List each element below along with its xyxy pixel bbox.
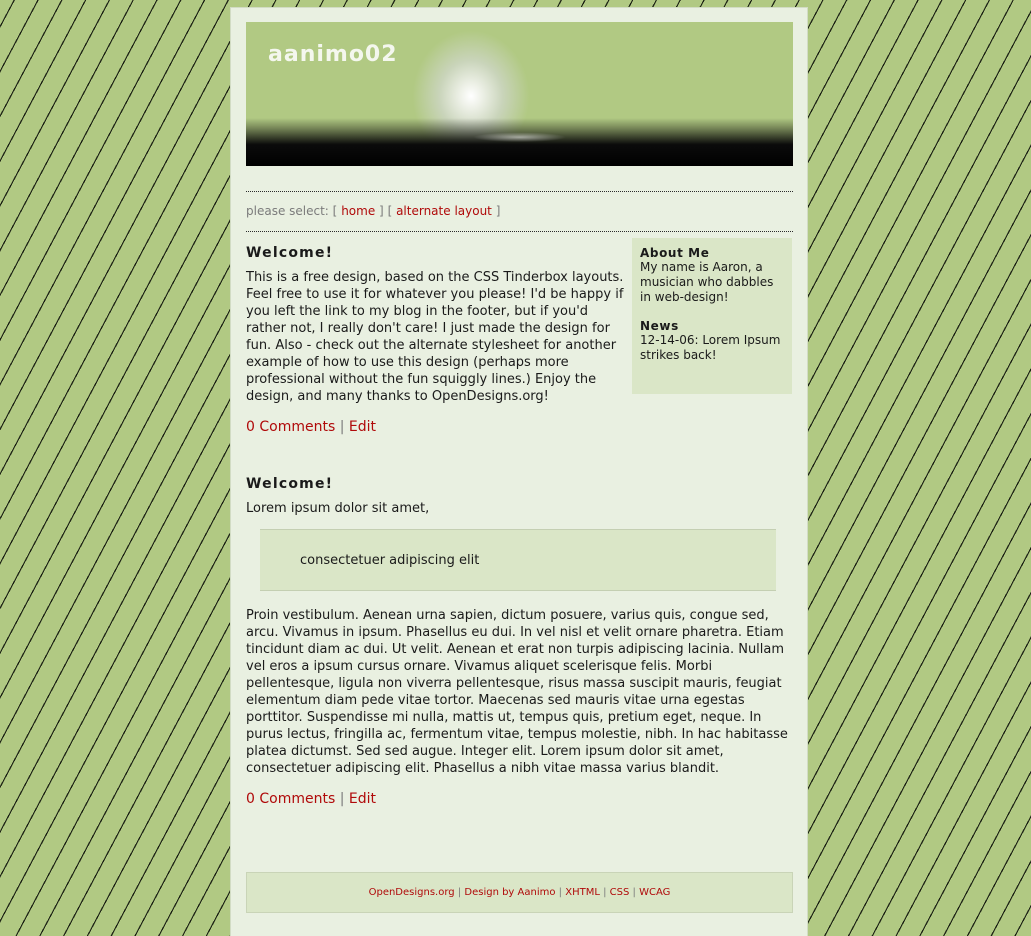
post-meta: 0 Comments | Edit — [246, 419, 626, 435]
meta-separator: | — [339, 419, 345, 435]
sidebar-news-title: News — [640, 319, 679, 333]
blockquote-text: consectetuer adipiscing elit — [300, 553, 480, 568]
nav-link-home[interactable]: home — [341, 204, 375, 218]
footer-link-xhtml[interactable]: XHTML — [565, 887, 600, 898]
sidebar-about-text: My name is Aaron, a musician who dabbles… — [640, 260, 774, 304]
footer-link-design-by[interactable]: Design by Aanimo — [464, 887, 555, 898]
post-body: This is a free design, based on the CSS … — [246, 270, 624, 404]
nav-bracket-close: ] — [379, 204, 384, 218]
comments-link[interactable]: 0 Comments — [246, 791, 335, 807]
nav-link-alternate-layout[interactable]: alternate layout — [396, 204, 492, 218]
blockquote: consectetuer adipiscing elit — [260, 529, 776, 591]
footer-link-opendesigns[interactable]: OpenDesigns.org — [369, 887, 455, 898]
nav-prefix: please select: — [246, 204, 329, 218]
footer: OpenDesigns.org | Design by Aanimo | XHT… — [246, 872, 793, 913]
post-intro: Lorem ipsum dolor sit amet, — [246, 501, 430, 516]
post-title: Welcome! — [246, 245, 334, 261]
footer-link-wcag[interactable]: WCAG — [639, 887, 670, 898]
post-meta: 0 Comments | Edit — [246, 791, 793, 807]
footer-separator: | — [558, 887, 563, 898]
footer-separator: | — [603, 887, 607, 898]
footer-separator: | — [632, 887, 636, 898]
divider-top — [246, 191, 793, 192]
page-container: aanimo02 please select: [ home ] [ alter… — [231, 8, 807, 936]
nav-bracket-open: [ — [332, 204, 338, 218]
sidebar-about-title: About Me — [640, 246, 710, 260]
footer-separator: | — [457, 887, 462, 898]
divider-bottom — [246, 231, 793, 232]
post-title: Welcome! — [246, 476, 334, 492]
post-welcome-2-body: Proin vestibulum. Aenean urna sapien, di… — [246, 607, 793, 807]
site-title: aanimo02 — [268, 42, 398, 67]
nav-bracket-close: ] — [495, 204, 501, 218]
nav-bracket-open: [ — [387, 204, 393, 218]
edit-link[interactable]: Edit — [349, 791, 376, 807]
meta-separator: | — [339, 791, 345, 807]
post-welcome-1: Welcome! This is a free design, based on… — [246, 245, 626, 435]
nav-bar: please select: [ home ] [ alternate layo… — [246, 204, 500, 218]
comments-link[interactable]: 0 Comments — [246, 419, 335, 435]
sidebar: About Me My name is Aaron, a musician wh… — [632, 238, 792, 394]
header-horizon-graphic — [246, 118, 793, 166]
post-body: Proin vestibulum. Aenean urna sapien, di… — [246, 608, 788, 776]
sidebar-news-text: 12-14-06: Lorem Ipsum strikes back! — [640, 333, 781, 362]
header-banner: aanimo02 — [246, 22, 793, 166]
edit-link[interactable]: Edit — [349, 419, 376, 435]
footer-link-css[interactable]: CSS — [610, 887, 630, 898]
post-welcome-2: Welcome! Lorem ipsum dolor sit amet, — [246, 476, 793, 517]
